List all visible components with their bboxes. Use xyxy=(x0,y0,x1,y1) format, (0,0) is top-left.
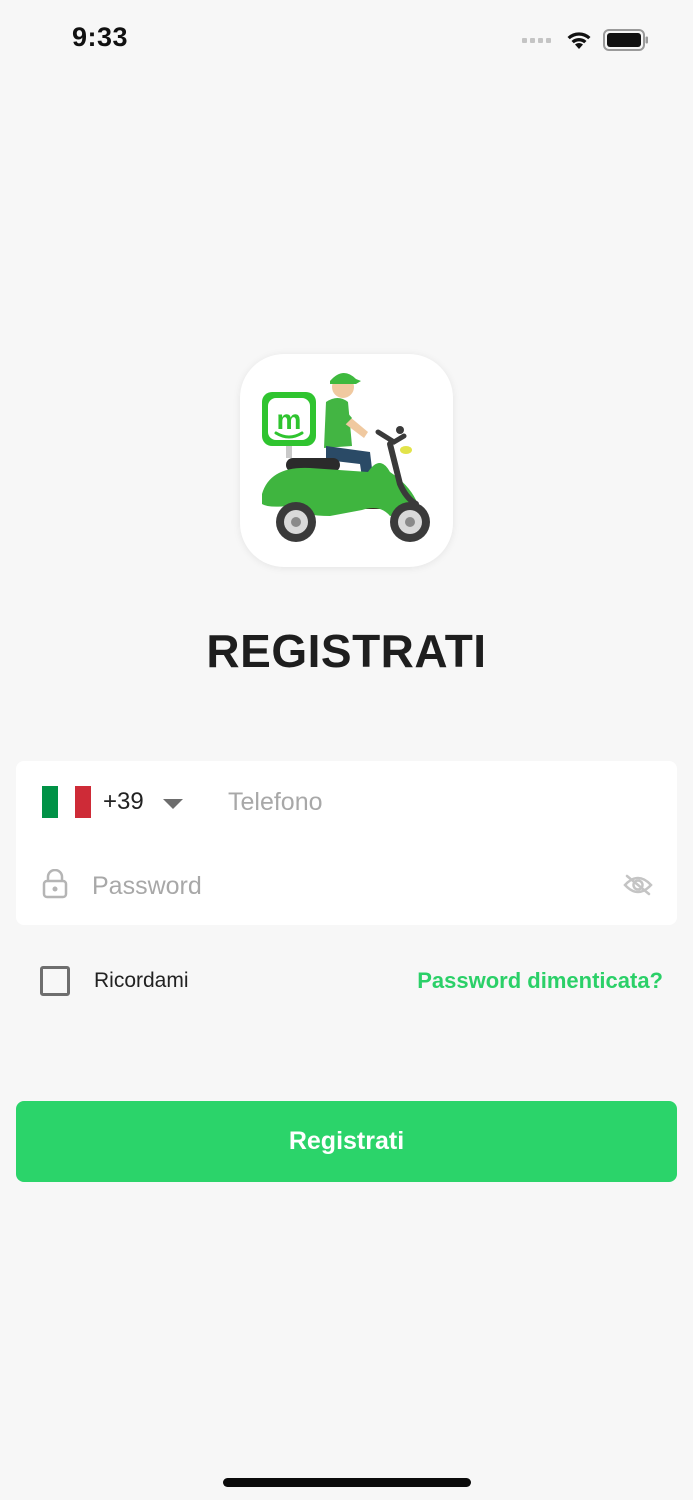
delivery-scooter-logo: m xyxy=(262,372,430,542)
wifi-icon xyxy=(567,32,591,49)
home-indicator xyxy=(223,1478,471,1487)
password-row xyxy=(16,843,677,925)
register-screen: 9:33 m REGISTRATI +39 Telefono Ricordami… xyxy=(0,0,693,1500)
phone-input[interactable] xyxy=(228,781,648,823)
remember-checkbox[interactable] xyxy=(40,966,70,996)
svg-text:m: m xyxy=(277,404,302,435)
lock-icon xyxy=(42,869,68,899)
status-time: 9:33 xyxy=(72,22,129,52)
phone-row: +39 xyxy=(16,761,677,843)
country-flag-italy[interactable] xyxy=(42,786,91,818)
battery-icon xyxy=(603,29,648,51)
remember-label[interactable]: Ricordami xyxy=(94,969,189,993)
eye-off-icon[interactable] xyxy=(623,874,653,896)
status-icons xyxy=(522,26,649,54)
login-form: +39 xyxy=(16,761,677,925)
forgot-password-link[interactable]: Password dimenticata? xyxy=(417,968,663,994)
caret-down-icon[interactable] xyxy=(163,799,183,810)
register-button[interactable]: Registrati xyxy=(16,1101,677,1182)
app-logo: m xyxy=(240,354,453,567)
password-input[interactable] xyxy=(92,865,592,907)
page-title: REGISTRATI xyxy=(206,625,487,677)
cellular-signal-icon xyxy=(522,37,551,43)
country-code[interactable]: +39 xyxy=(103,788,144,816)
